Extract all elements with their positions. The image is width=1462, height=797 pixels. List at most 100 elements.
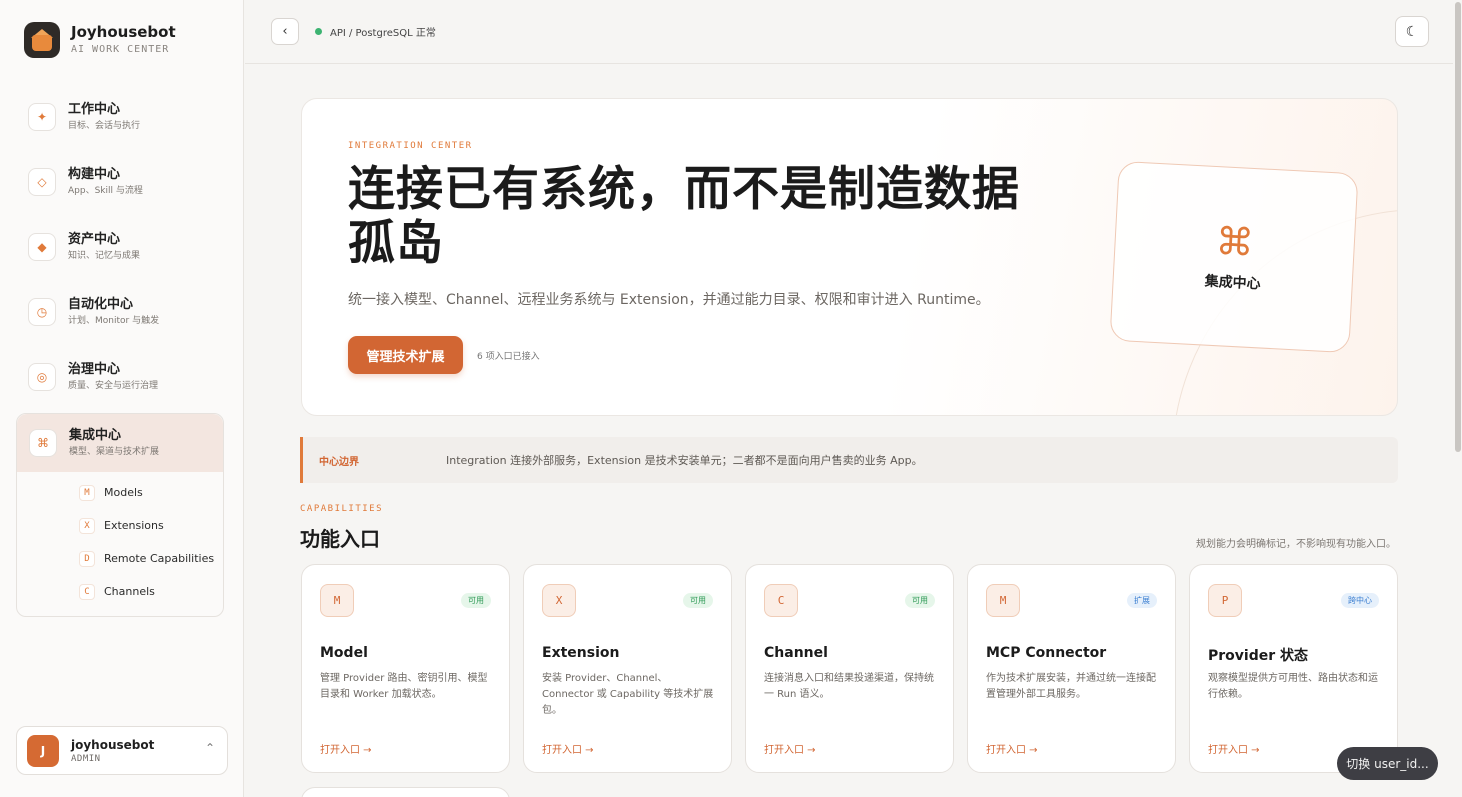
letter-badge: C bbox=[79, 583, 95, 600]
manage-extensions-button[interactable]: 管理技术扩展 bbox=[348, 336, 463, 374]
diamond-icon: ◆ bbox=[28, 233, 56, 261]
status-badge: 跨中心 bbox=[1341, 593, 1379, 608]
system-status: API / PostgreSQL 正常 bbox=[315, 24, 436, 39]
collapse-sidebar-button[interactable]: ‹ bbox=[271, 18, 299, 45]
moon-icon: ☾ bbox=[1405, 23, 1419, 40]
sparkle-icon: ✦ bbox=[28, 103, 56, 131]
user-name: joyhousebot bbox=[71, 737, 155, 752]
card-title: MCP Connector bbox=[986, 645, 1107, 661]
open-entry-link[interactable]: 打开入口 → bbox=[320, 741, 372, 756]
hero-panel: INTEGRATION CENTER 连接已有系统，而不是制造数据孤岛 统一接入… bbox=[301, 98, 1398, 416]
section-title: 功能入口 bbox=[300, 527, 380, 551]
card-description: 作为技术扩展安装，并通过统一连接配置管理外部工具服务。 bbox=[986, 673, 1156, 700]
diamond-outline-icon: ◇ bbox=[28, 168, 56, 196]
letter-badge: M bbox=[320, 584, 354, 617]
subnav-item-models[interactable]: M Models bbox=[17, 476, 223, 509]
nav-subtitle: 质量、安全与运行治理 bbox=[68, 380, 159, 391]
subnav-item-remote-capabilities[interactable]: D Remote Capabilities bbox=[17, 542, 223, 575]
open-entry-link[interactable]: 打开入口 → bbox=[1208, 741, 1260, 756]
card-title: Provider 状态 bbox=[1208, 648, 1309, 664]
connected-count: 6 项入口已接入 bbox=[477, 352, 540, 362]
sidebar-item-automation[interactable]: ◷ 自动化中心计划、Monitor 与触发 bbox=[16, 283, 224, 341]
section-note: 规划能力会明确标记，不影响现有功能入口。 bbox=[1196, 539, 1396, 550]
capability-card-channel[interactable]: C 可用 Channel 连接消息入口和结果投递渠道，保持统一 Run 语义。 … bbox=[745, 564, 954, 773]
open-entry-link[interactable]: 打开入口 → bbox=[542, 741, 594, 756]
boundary-text: Integration 连接外部服务，Extension 是技术安装单元；二者都… bbox=[446, 454, 923, 467]
brand-title: Joyhousebot bbox=[71, 23, 176, 41]
nav-subtitle: 计划、Monitor 与触发 bbox=[68, 315, 160, 326]
subnav-label: Extensions bbox=[104, 519, 164, 532]
chevron-left-icon: ‹ bbox=[282, 24, 288, 39]
letter-badge: X bbox=[542, 584, 576, 617]
capability-card-extension[interactable]: X 可用 Extension 安装 Provider、Channel、Conne… bbox=[523, 564, 732, 773]
subnav-item-extensions[interactable]: X Extensions bbox=[17, 509, 223, 542]
avatar: J bbox=[27, 734, 59, 767]
sidebar-item-assets[interactable]: ◆ 资产中心知识、记忆与成果 bbox=[16, 218, 224, 276]
sidebar: Joyhousebot AI WORK CENTER ✦ 工作中心目标、会话与执… bbox=[0, 0, 244, 797]
letter-badge: X bbox=[79, 517, 95, 534]
user-role: ADMIN bbox=[71, 753, 101, 764]
switch-user-button[interactable]: 切换 user_id... bbox=[1337, 747, 1438, 780]
brand[interactable]: Joyhousebot AI WORK CENTER bbox=[24, 22, 176, 58]
capability-card-provider-status[interactable]: P 跨中心 Provider 状态 观察模型提供方可用性、路由状态和运行依赖。 … bbox=[1189, 564, 1398, 773]
status-badge: 可用 bbox=[461, 593, 491, 608]
subnav-label: Remote Capabilities bbox=[104, 552, 215, 565]
command-icon: ⌘ bbox=[29, 429, 57, 457]
open-entry-link[interactable]: 打开入口 → bbox=[986, 741, 1038, 756]
sidebar-item-governance[interactable]: ◎ 治理中心质量、安全与运行治理 bbox=[16, 348, 224, 406]
card-description: 安装 Provider、Channel、Connector 或 Capabili… bbox=[542, 673, 714, 716]
card-description: 观察模型提供方可用性、路由状态和运行依赖。 bbox=[1208, 673, 1378, 700]
chevron-up-icon: ⌃ bbox=[204, 741, 215, 755]
page-title: 连接已有系统，而不是制造数据孤岛 bbox=[348, 162, 1020, 271]
status-badge: 扩展 bbox=[1127, 593, 1157, 608]
status-text: API / PostgreSQL 正常 bbox=[330, 28, 436, 39]
letter-badge: C bbox=[764, 584, 798, 617]
target-icon: ◎ bbox=[28, 363, 56, 391]
main-nav: ✦ 工作中心目标、会话与执行 ◇ 构建中心 App、Skill 与流程 ◆ 资产中… bbox=[16, 88, 224, 617]
card-title: Extension bbox=[542, 645, 620, 661]
topbar: ‹ API / PostgreSQL 正常 ☾ bbox=[245, 0, 1453, 64]
nav-title: 构建中心 bbox=[68, 166, 121, 182]
hero-illustration-card: ⌘ 集成中心 bbox=[1109, 160, 1359, 354]
boundary-label: 中心边界 bbox=[319, 456, 359, 468]
nav-title: 治理中心 bbox=[68, 361, 121, 377]
center-boundary-note: 中心边界 Integration 连接外部服务，Extension 是技术安装单… bbox=[300, 437, 1398, 483]
nav-subtitle: 模型、渠道与技术扩展 bbox=[69, 446, 160, 457]
scrollbar-thumb[interactable] bbox=[1455, 2, 1461, 452]
card-title: Model bbox=[320, 645, 368, 661]
letter-badge: P bbox=[1208, 584, 1242, 617]
card-description: 管理 Provider 路由、密钥引用、模型目录和 Worker 加载状态。 bbox=[320, 673, 488, 700]
command-icon: ⌘ bbox=[1214, 219, 1255, 265]
sidebar-item-work[interactable]: ✦ 工作中心目标、会话与执行 bbox=[16, 88, 224, 146]
letter-badge: D bbox=[79, 550, 95, 567]
app-logo bbox=[24, 22, 60, 58]
user-menu[interactable]: J joyhousebot ADMIN ⌃ bbox=[16, 726, 228, 775]
subnav-item-channels[interactable]: C Channels bbox=[17, 575, 223, 608]
hero-card-label: 集成中心 bbox=[1204, 273, 1262, 293]
nav-subtitle: App、Skill 与流程 bbox=[68, 185, 143, 196]
subnav-label: Models bbox=[104, 486, 143, 499]
sidebar-item-integration[interactable]: ⌘ 集成中心模型、渠道与技术扩展 bbox=[17, 414, 223, 472]
open-entry-link[interactable]: 打开入口 → bbox=[764, 741, 816, 756]
nav-title: 工作中心 bbox=[68, 101, 121, 117]
letter-badge: M bbox=[79, 484, 95, 501]
nav-title: 资产中心 bbox=[68, 231, 121, 247]
scrollbar[interactable] bbox=[1453, 0, 1462, 797]
card-title: Channel bbox=[764, 645, 828, 661]
nav-subtitle: 目标、会话与执行 bbox=[68, 120, 141, 131]
clock-icon: ◷ bbox=[28, 298, 56, 326]
status-dot-icon bbox=[315, 28, 322, 35]
nav-title: 集成中心 bbox=[69, 427, 122, 443]
hero-description: 统一接入模型、Channel、远程业务系统与 Extension，并通过能力目录… bbox=[348, 292, 990, 308]
theme-toggle-button[interactable]: ☾ bbox=[1395, 16, 1429, 47]
nav-title: 自动化中心 bbox=[68, 296, 134, 312]
hero-kicker: INTEGRATION CENTER bbox=[348, 141, 473, 151]
sidebar-item-build[interactable]: ◇ 构建中心 App、Skill 与流程 bbox=[16, 153, 224, 211]
status-badge: 可用 bbox=[683, 593, 713, 608]
capability-card-partial[interactable] bbox=[301, 787, 510, 797]
capability-card-mcp-connector[interactable]: M 扩展 MCP Connector 作为技术扩展安装，并通过统一连接配置管理外… bbox=[967, 564, 1176, 773]
status-badge: 可用 bbox=[905, 593, 935, 608]
capability-card-model[interactable]: M 可用 Model 管理 Provider 路由、密钥引用、模型目录和 Wor… bbox=[301, 564, 510, 773]
letter-badge: M bbox=[986, 584, 1020, 617]
nav-subtitle: 知识、记忆与成果 bbox=[68, 250, 141, 261]
